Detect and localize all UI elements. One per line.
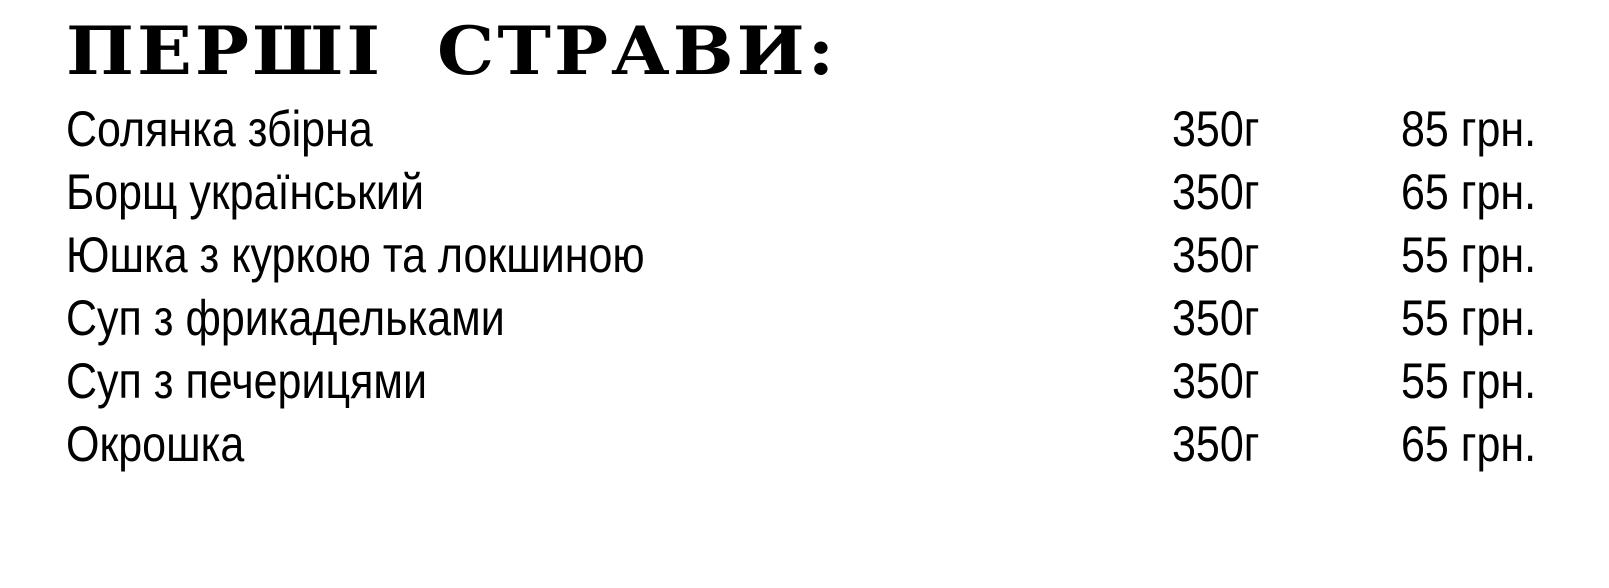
menu-item: Солянка збірна 350г 85 грн.: [66, 98, 1536, 161]
dish-price: 55 грн.: [1400, 290, 1536, 346]
dish-name: Окрошка: [66, 416, 245, 472]
dish-weight: 350г: [1172, 101, 1260, 157]
menu-item: Суп з фрикадельками 350г 55 грн.: [66, 287, 1536, 350]
dish-name: Борщ український: [66, 164, 424, 220]
menu-item: Суп з печерицями 350г 55 грн.: [66, 350, 1536, 413]
dish-price: 55 грн.: [1400, 353, 1536, 409]
dish-weight: 350г: [1172, 353, 1260, 409]
dish-price: 55 грн.: [1400, 227, 1536, 283]
dish-name: Суп з фрикадельками: [66, 290, 505, 346]
dish-name: Суп з печерицями: [66, 353, 427, 409]
dish-weight: 350г: [1172, 164, 1260, 220]
dish-price: 65 грн.: [1400, 164, 1536, 220]
dish-name: Солянка збірна: [66, 101, 373, 157]
menu-item: Юшка з куркою та локшиною 350г 55 грн.: [66, 224, 1536, 287]
menu-page: ПЕРШІ СТРАВИ: Солянка збірна 350г 85 грн…: [0, 0, 1609, 588]
menu-item: Борщ український 350г 65 грн.: [66, 161, 1536, 224]
section-title: ПЕРШІ СТРАВИ:: [66, 11, 838, 90]
dish-price: 85 грн.: [1400, 101, 1536, 157]
dish-price: 65 грн.: [1400, 416, 1536, 472]
dish-name: Юшка з куркою та локшиною: [66, 227, 645, 283]
menu-item: Окрошка 350г 65 грн.: [66, 413, 1536, 476]
dish-weight: 350г: [1172, 416, 1260, 472]
menu-list: Солянка збірна 350г 85 грн. Борщ українс…: [66, 98, 1536, 476]
dish-weight: 350г: [1172, 227, 1260, 283]
dish-weight: 350г: [1172, 290, 1260, 346]
